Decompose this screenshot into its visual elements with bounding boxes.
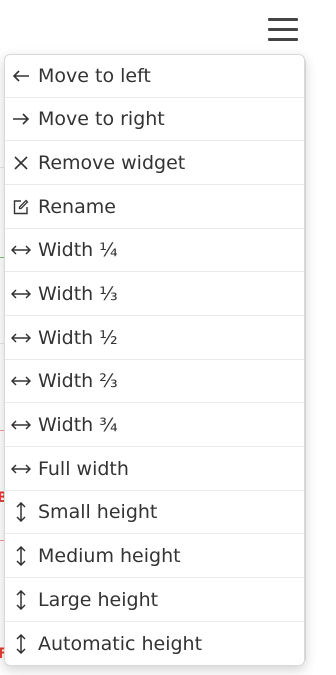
hamburger-menu-button[interactable] [265,14,301,46]
menu-item-label: Width ½ [38,327,118,349]
resize-horizontal-icon [11,244,31,256]
resize-horizontal-icon [11,375,31,387]
resize-horizontal-icon [11,419,31,431]
menu-item-label: Small height [38,501,158,523]
menu-item-small-height[interactable]: Small height [5,491,304,534]
hamburger-icon [268,18,298,21]
menu-item-label: Automatic height [38,632,203,655]
background-divider [305,60,306,660]
menu-item-width-half[interactable]: Width ½ [5,317,304,360]
resize-horizontal-icon [11,332,31,344]
menu-item-label: Width ⅓ [38,283,118,305]
resize-vertical-icon [11,546,31,566]
hamburger-icon-bar [268,38,298,41]
close-icon [11,156,31,170]
widget-options-menu: Move to left Move to right Remove widget… [4,54,305,666]
resize-vertical-icon [11,633,31,654]
menu-item-label: Remove widget [38,152,186,174]
menu-item-width-two-thirds[interactable]: Width ⅔ [5,360,304,403]
menu-item-large-height[interactable]: Large height [5,579,304,622]
resize-horizontal-icon [11,288,31,300]
resize-vertical-icon [11,590,31,610]
menu-item-label: Medium height [38,545,181,567]
menu-item-move-left[interactable]: Move to left [5,55,304,98]
menu-item-label: Move to right [38,108,165,130]
menu-item-width-three-quarters[interactable]: Width ¾ [5,404,304,447]
menu-item-remove-widget[interactable]: Remove widget [5,142,304,185]
menu-item-full-width[interactable]: Full width [5,448,304,491]
menu-item-medium-height[interactable]: Medium height [5,535,304,578]
menu-item-label: Full width [38,458,129,480]
menu-item-automatic-height[interactable]: Automatic height [5,622,304,665]
menu-item-width-quarter[interactable]: Width ¼ [5,229,304,272]
menu-item-label: Move to left [38,65,151,87]
arrow-left-icon [11,69,31,83]
resize-horizontal-icon [11,463,31,475]
hamburger-icon-bar [268,28,298,31]
menu-item-width-third[interactable]: Width ⅓ [5,273,304,316]
arrow-right-icon [11,112,31,126]
menu-item-label: Width ¾ [38,414,118,436]
resize-vertical-icon [11,502,31,522]
menu-item-label: Large height [38,589,159,611]
menu-item-rename[interactable]: Rename [5,186,304,229]
menu-item-label: Width ⅔ [38,370,118,392]
menu-item-label: Rename [38,196,116,218]
menu-item-label: Width ¼ [38,239,118,261]
edit-icon [11,199,31,215]
menu-item-move-right[interactable]: Move to right [5,98,304,141]
